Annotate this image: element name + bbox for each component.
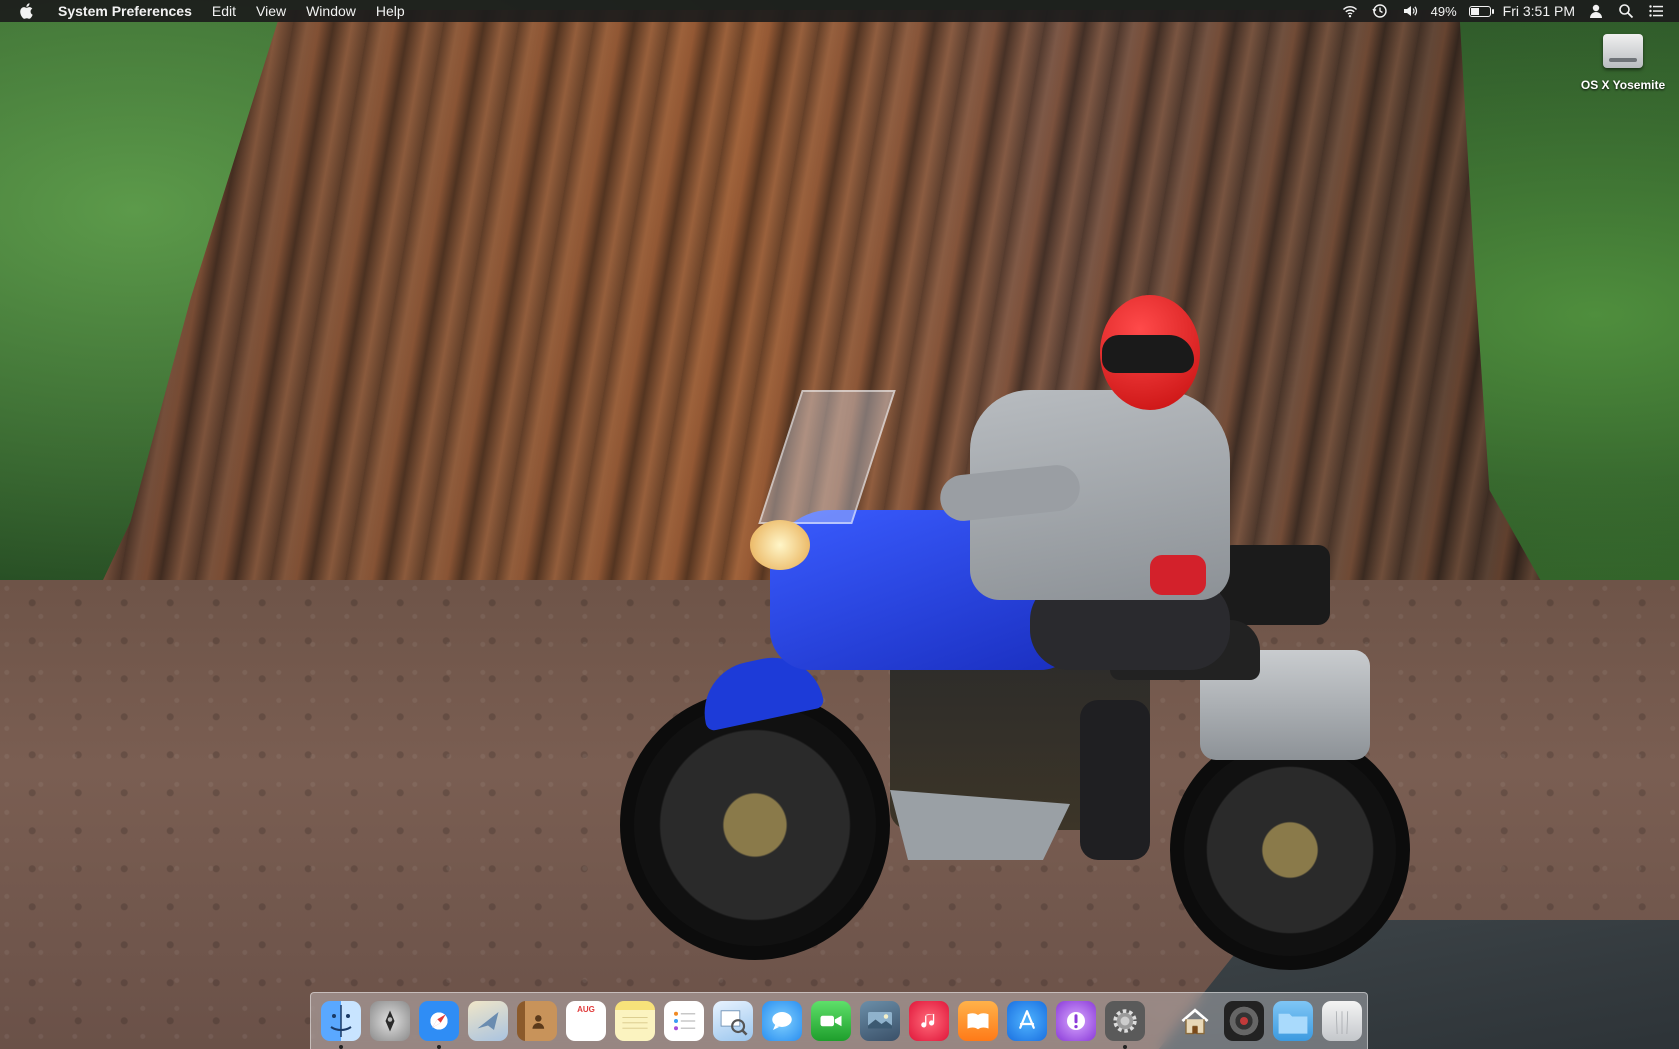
preview-icon	[713, 1001, 753, 1041]
dock-contacts[interactable]	[517, 999, 557, 1043]
motorcycle-with-rider	[610, 290, 1440, 970]
contacts-icon	[517, 1001, 557, 1041]
feedback-assistant-icon	[1056, 1001, 1096, 1041]
menu-bar: System Preferences Edit View Window Help…	[0, 0, 1679, 22]
menu-app-name[interactable]: System Preferences	[50, 0, 202, 22]
dock-home-folder[interactable]	[1175, 999, 1215, 1043]
menu-clock[interactable]: Fri 3:51 PM	[1503, 3, 1575, 19]
menu-window[interactable]: Window	[296, 0, 366, 22]
folder-icon	[1273, 1001, 1313, 1041]
menu-edit[interactable]: Edit	[202, 0, 246, 22]
dock-launchpad[interactable]	[370, 999, 410, 1043]
dock-feedback-assistant[interactable]	[1056, 999, 1096, 1043]
dock: AUG 22	[310, 992, 1368, 1049]
dock-safari[interactable]	[419, 999, 459, 1049]
dock-reminders[interactable]	[664, 999, 704, 1043]
dock-screen-capture[interactable]	[1224, 999, 1264, 1043]
running-indicator	[437, 1045, 441, 1049]
dock-mail[interactable]	[468, 999, 508, 1043]
dock-messages[interactable]	[762, 999, 802, 1043]
dock-itunes[interactable]	[909, 999, 949, 1043]
messages-icon	[762, 1001, 802, 1041]
volume-icon[interactable]	[1401, 2, 1419, 20]
dock-photo-booth[interactable]	[860, 999, 900, 1043]
finder-icon	[321, 1001, 361, 1041]
mail-icon	[468, 1001, 508, 1041]
launchpad-icon	[370, 1001, 410, 1041]
ibooks-icon	[958, 1001, 998, 1041]
notification-center-icon[interactable]	[1647, 2, 1665, 20]
dock-finder[interactable]	[321, 999, 361, 1049]
itunes-icon	[909, 1001, 949, 1041]
calendar-icon: AUG 22	[566, 1001, 606, 1041]
dock-trash[interactable]	[1322, 999, 1362, 1043]
disk-label: OS X Yosemite	[1580, 78, 1666, 92]
calendar-month: AUG	[577, 1005, 595, 1014]
system-preferences-icon	[1105, 1001, 1145, 1041]
running-indicator	[1123, 1045, 1127, 1049]
dock-ibooks[interactable]	[958, 999, 998, 1043]
home-icon	[1175, 1001, 1215, 1041]
dock-notes[interactable]	[615, 999, 655, 1043]
notes-icon	[615, 1001, 655, 1041]
dock-preview[interactable]	[713, 999, 753, 1043]
user-icon[interactable]	[1587, 2, 1605, 20]
front-wheel	[620, 690, 890, 960]
battery-fill	[1470, 7, 1479, 15]
rider-boot	[1080, 700, 1150, 860]
dock-facetime[interactable]	[811, 999, 851, 1043]
desktop-disk-icon[interactable]: OS X Yosemite	[1570, 28, 1676, 92]
photo-booth-icon	[860, 1001, 900, 1041]
rider-glove	[1150, 555, 1206, 595]
menu-help[interactable]: Help	[366, 0, 415, 22]
app-store-icon	[1007, 1001, 1047, 1041]
facetime-icon	[811, 1001, 851, 1041]
wifi-icon[interactable]	[1341, 2, 1359, 20]
desktop-wallpaper	[0, 0, 1679, 1049]
dock-documents-folder[interactable]	[1273, 999, 1313, 1043]
apple-logo-icon[interactable]	[14, 0, 38, 22]
calendar-day: 22	[574, 1015, 598, 1037]
reminders-icon	[664, 1001, 704, 1041]
trash-icon	[1322, 1001, 1362, 1041]
time-machine-icon[interactable]	[1371, 2, 1389, 20]
helmet-visor	[1102, 335, 1194, 373]
hard-drive-icon	[1598, 28, 1648, 76]
running-indicator	[339, 1045, 343, 1049]
dock-system-preferences[interactable]	[1105, 999, 1145, 1049]
battery-percent[interactable]: 49%	[1431, 4, 1457, 19]
dock-calendar[interactable]: AUG 22	[566, 999, 606, 1043]
menu-view[interactable]: View	[246, 0, 296, 22]
top-case	[1220, 545, 1330, 625]
rear-wheel	[1170, 730, 1410, 970]
spotlight-icon[interactable]	[1617, 2, 1635, 20]
camera-icon	[1224, 1001, 1264, 1041]
headlight	[750, 520, 810, 570]
safari-icon	[419, 1001, 459, 1041]
windscreen	[758, 390, 896, 524]
dock-app-store[interactable]	[1007, 999, 1047, 1043]
battery-icon[interactable]	[1468, 5, 1494, 17]
